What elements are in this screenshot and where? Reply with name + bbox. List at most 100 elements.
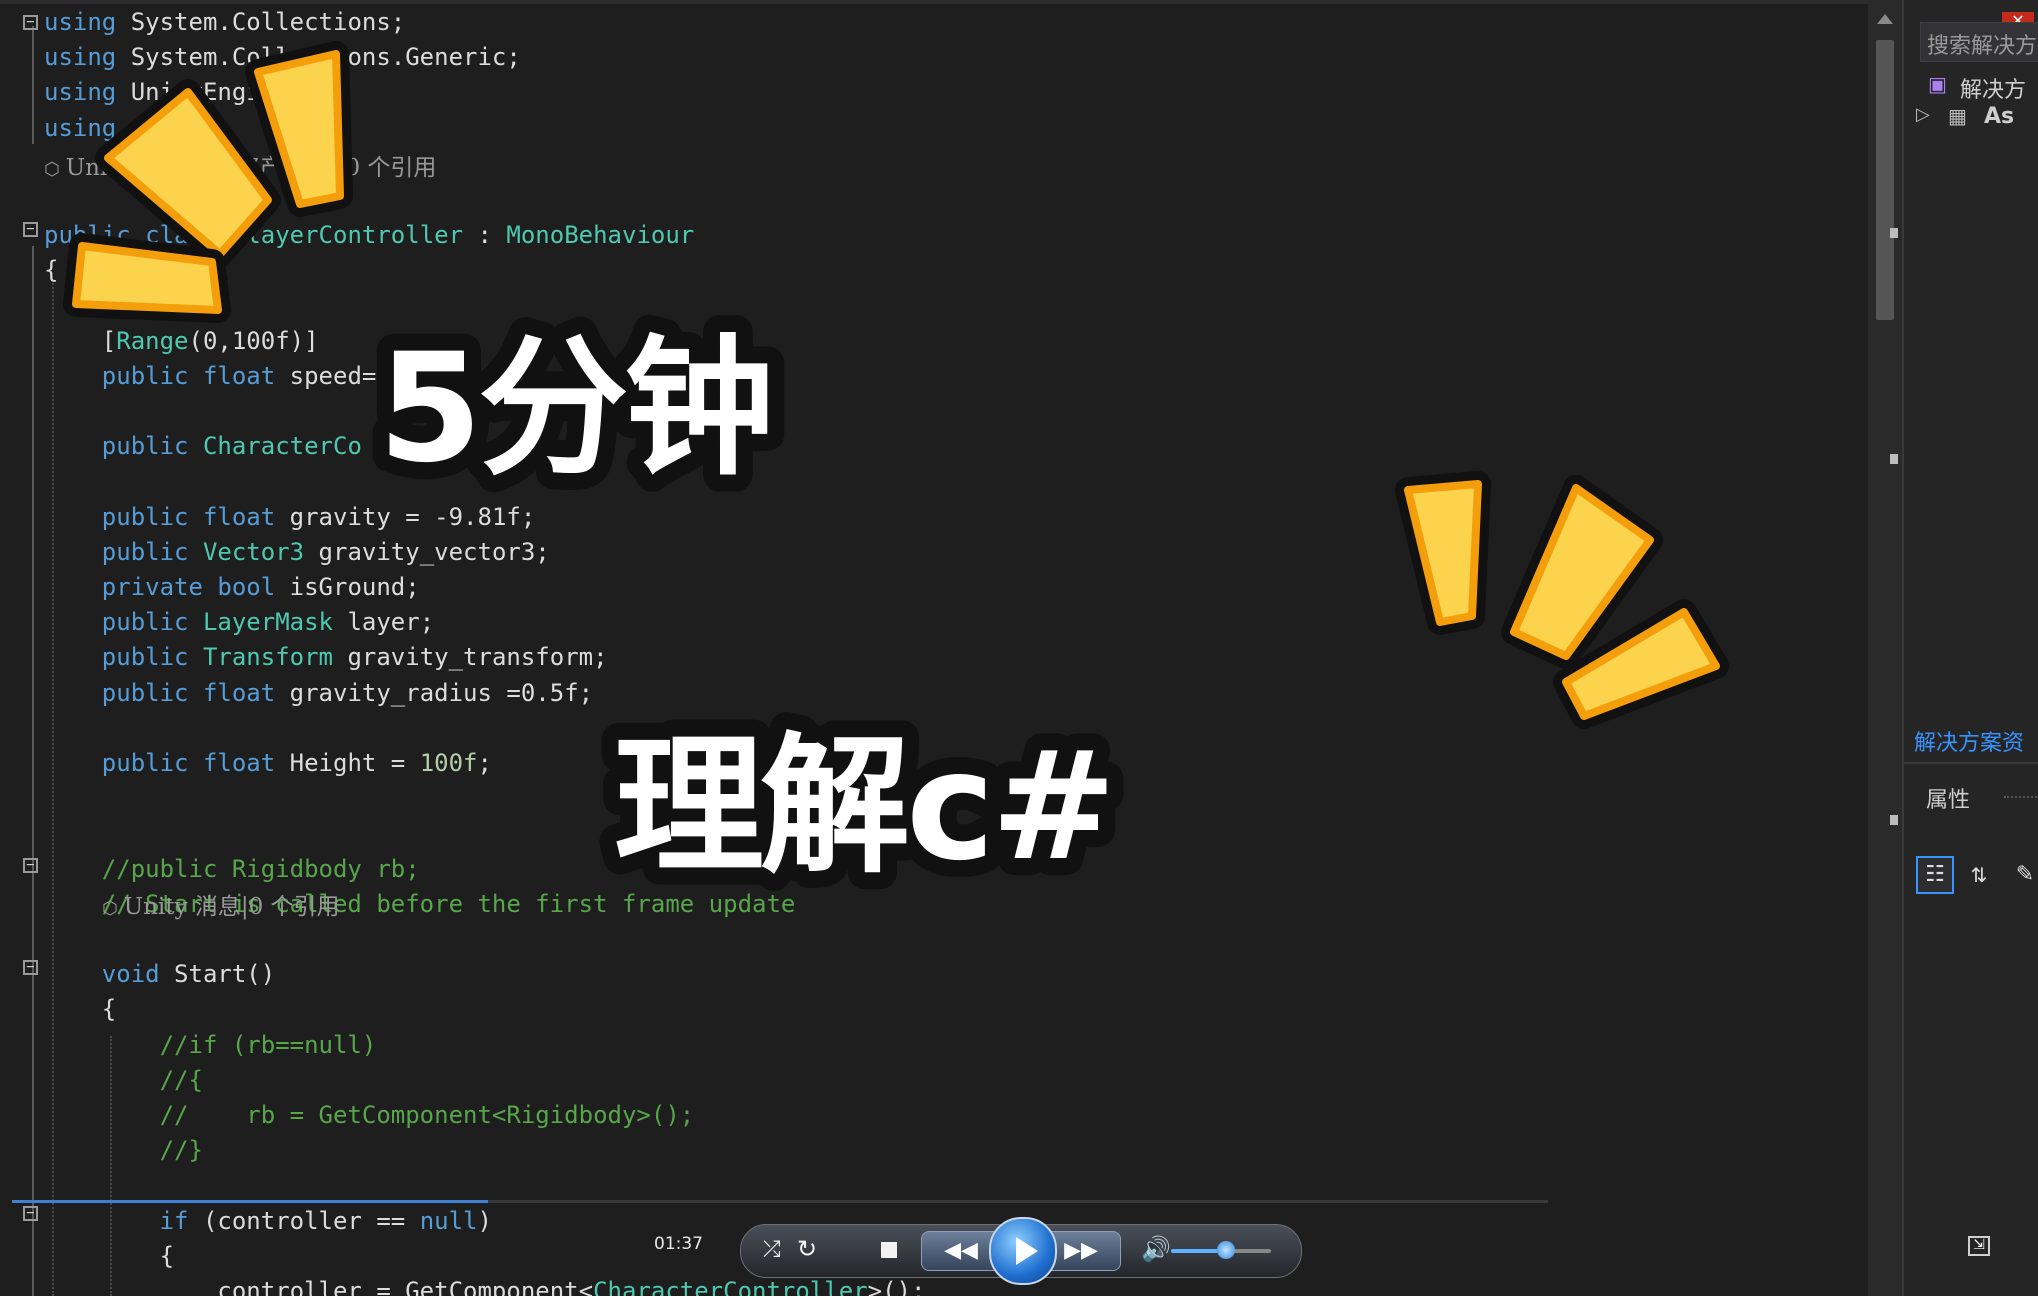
properties-title: 属性 — [1926, 788, 1971, 813]
solution-search-input[interactable]: 搜索解决方 — [1920, 22, 2038, 62]
code-line[interactable]: using System.Collections.Generic; — [44, 40, 521, 74]
code-line[interactable]: public CharacterCo — [44, 429, 362, 463]
code-token: public — [101, 502, 189, 531]
code-token: gravity = -9.81f; — [275, 502, 536, 531]
code-token: CharacterController — [593, 1277, 868, 1296]
code-line[interactable]: public float Height = 100f; — [44, 746, 492, 780]
code-editor[interactable]: − − − − − using System.Collections; using… — [0, 0, 1868, 1296]
editor-tab-strip-edge — [0, 0, 1868, 4]
code-line[interactable]: public LayerMask layer; — [44, 605, 434, 639]
fold-toggle-comment[interactable]: − — [23, 858, 38, 873]
code-token: Height = — [275, 749, 420, 777]
code-token: Start() — [159, 960, 276, 989]
fold-toggle-start-method[interactable]: − — [23, 960, 38, 975]
code-token: layer; — [333, 608, 435, 637]
code-token: if — [159, 1206, 189, 1235]
solution-icon: ▣ — [1928, 72, 1947, 96]
wrench-icon[interactable]: ✎ — [2008, 856, 2038, 894]
code-token: speed= — [275, 361, 377, 390]
panel-divider — [1904, 762, 2038, 764]
code-token: MonoBehaviour — [506, 221, 695, 249]
project-item[interactable]: As — [1984, 104, 2014, 129]
code-token: ) — [477, 1206, 492, 1235]
code-line[interactable]: //if (rb==null) — [44, 1028, 377, 1062]
code-token: public — [101, 643, 189, 672]
code-line[interactable]: [Range(0,100f)] — [44, 324, 319, 358]
code-token: >(); — [867, 1277, 926, 1296]
alphabetical-icon[interactable]: ⇅ — [1960, 856, 1998, 894]
solution-explorer-tab[interactable]: 解决方案资 — [1914, 725, 2024, 757]
categorized-icon[interactable]: ☷ — [1916, 856, 1954, 894]
solution-item[interactable]: 解决方 — [1960, 72, 2026, 104]
code-token: private — [101, 573, 203, 601]
code-line[interactable]: public Vector3 gravity_vector3; — [44, 535, 550, 569]
code-line[interactable]: public float speed= — [44, 359, 377, 393]
code-line[interactable]: using System.Collections; — [44, 5, 405, 39]
code-token: CharacterCo — [202, 432, 362, 461]
code-line[interactable]: void Start() — [44, 957, 275, 991]
code-line[interactable]: private bool isGround; — [44, 570, 420, 604]
outline-guide — [32, 26, 34, 144]
code-line[interactable]: // rb = GetComponent<Rigidbody>(); — [44, 1098, 695, 1132]
repeat-icon[interactable]: ↻ — [797, 1235, 817, 1263]
play-button[interactable] — [989, 1217, 1057, 1285]
fold-toggle-usings[interactable]: − — [23, 15, 38, 30]
search-placeholder: 搜索解决方 — [1927, 34, 2038, 59]
code-line[interactable]: //public Rigidbody rb; — [44, 852, 420, 886]
code-token: using — [44, 43, 117, 72]
code-token: 100f — [419, 749, 478, 777]
codelens-hint[interactable]: ⬡ Unity 脚本(1 个资产引用)|0 个引用 — [44, 148, 436, 182]
code-token: ; — [477, 749, 492, 777]
scrollbar-marker — [1890, 815, 1898, 825]
expand-arrow-icon[interactable]: ▷ — [1916, 104, 1930, 125]
panel-grip — [2004, 796, 2038, 798]
code-line[interactable]: public float gravity = -9.81f; — [44, 500, 536, 534]
code-token: using — [44, 113, 117, 142]
code-line[interactable]: using — [44, 111, 131, 145]
scrollbar-thumb[interactable] — [1876, 40, 1894, 320]
stop-icon[interactable] — [881, 1242, 897, 1258]
code-line[interactable]: public Transform gravity_transform; — [44, 640, 608, 674]
code-token: float — [202, 749, 276, 777]
fold-toggle-if-block[interactable]: − — [23, 1206, 38, 1221]
volume-knob[interactable] — [1217, 1241, 1235, 1259]
code-token: float — [202, 678, 276, 707]
code-line[interactable]: { — [44, 1239, 174, 1273]
code-token: class — [145, 221, 218, 249]
code-line[interactable]: if (controller == null) — [44, 1204, 492, 1238]
code-line[interactable]: public class PlayerController : MonoBeha… — [44, 218, 694, 252]
scroll-up-arrow-icon[interactable] — [1877, 14, 1893, 24]
media-controls: ⤮ ↻ ◀◀ ▶▶ 🔊 — [740, 1217, 1302, 1285]
fullscreen-icon[interactable]: ⇲ — [1968, 1236, 1990, 1256]
codelens-hint[interactable]: ⬡ Unity 消息|0 个引用 — [102, 887, 340, 921]
code-line[interactable]: public float gravity_radius =0.5f; — [44, 676, 593, 710]
code-token: public — [44, 221, 131, 249]
code-line[interactable]: //} — [44, 1133, 203, 1167]
volume-icon[interactable]: 🔊 — [1141, 1235, 1171, 1263]
code-token: gravity_vector3; — [304, 537, 550, 566]
code-token: gravity_radius =0.5f; — [275, 678, 594, 707]
code-line[interactable]: { — [44, 253, 58, 287]
code-token: (controller == — [188, 1206, 420, 1235]
code-line[interactable]: { — [44, 992, 116, 1026]
shuffle-icon[interactable]: ⤮ — [763, 1237, 781, 1262]
editor-vertical-scrollbar[interactable] — [1868, 0, 1902, 1296]
code-line[interactable]: //{ — [44, 1063, 203, 1097]
project-icon: ▦ — [1948, 104, 1967, 128]
code-token: null — [419, 1206, 478, 1235]
fold-toggle-class[interactable]: − — [23, 222, 38, 237]
code-line[interactable]: using UnityEngine; — [44, 75, 304, 109]
code-token: Range — [116, 326, 189, 355]
